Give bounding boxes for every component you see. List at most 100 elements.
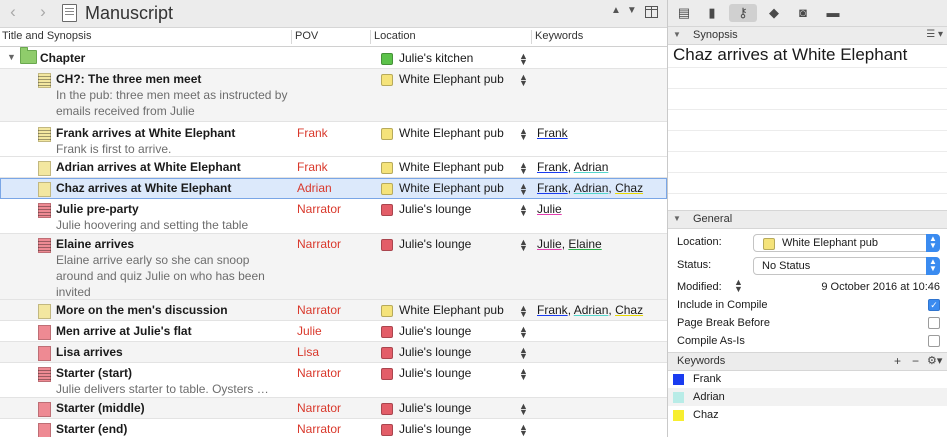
location-stepper-icon[interactable]: ▲ ▼ <box>519 346 528 361</box>
row-keywords[interactable]: Frank, Adrian <box>537 160 608 174</box>
location-stepper-icon[interactable]: ▲ ▼ <box>519 402 528 417</box>
row-keywords[interactable]: Julie <box>537 202 562 216</box>
triangle-down-icon[interactable]: ▼ <box>673 30 681 39</box>
keyword-tag[interactable]: Elaine <box>568 237 601 251</box>
remove-icon[interactable]: − <box>912 354 919 368</box>
popup-arrows-icon[interactable]: ▲ ▼ <box>926 257 940 275</box>
keyword-tag[interactable]: Adrian <box>574 160 609 174</box>
column-pov[interactable]: POV <box>291 30 373 44</box>
row-title[interactable]: Chaz arrives at White Elephant <box>56 181 231 195</box>
row-location[interactable]: White Elephant pub <box>399 160 504 174</box>
location-stepper-icon[interactable]: ▲ ▼ <box>519 325 528 340</box>
row-location[interactable]: Julie's lounge <box>399 237 471 251</box>
page-break-checkbox[interactable] <box>928 317 940 329</box>
row-pov[interactable]: Adrian <box>297 181 332 195</box>
row-title[interactable]: Frank arrives at White Elephant <box>56 126 235 140</box>
keyword-tag[interactable]: Julie <box>537 237 562 251</box>
outline-row[interactable]: Adrian arrives at White Elephant Frank Whi… <box>0 157 667 178</box>
row-title[interactable]: More on the men's discussion <box>56 303 228 317</box>
outline-row[interactable]: Elaine arrives Elaine arrive early so she… <box>0 234 667 300</box>
synopsis-section-header[interactable]: ▼ Synopsis ☰ ▾ <box>668 26 947 45</box>
location-stepper-icon[interactable]: ▲ ▼ <box>519 304 528 319</box>
location-stepper-icon[interactable]: ▲ ▼ <box>519 52 528 67</box>
row-pov[interactable]: Frank <box>297 160 328 174</box>
location-stepper-icon[interactable]: ▲ ▼ <box>519 182 528 197</box>
outline-row[interactable]: CH?: The three men meet In the pub: three… <box>0 69 667 122</box>
outline-row[interactable]: Men arrive at Julie's flat Julie Julie's l… <box>0 321 667 342</box>
keyword-list-item[interactable]: Chaz <box>668 406 947 424</box>
keyword-tag[interactable]: Chaz <box>615 303 643 317</box>
modified-stepper-icon[interactable]: ▲ ▼ <box>734 278 743 294</box>
comment-icon[interactable]: ▬ <box>823 4 843 22</box>
row-location[interactable]: Julie's lounge <box>399 422 471 436</box>
row-location[interactable]: Julie's lounge <box>399 324 471 338</box>
camera-icon[interactable]: ◙ <box>793 4 813 22</box>
keyword-list-item[interactable]: Frank <box>668 370 947 388</box>
row-pov[interactable]: Narrator <box>297 366 341 380</box>
chevron-right-icon[interactable]: › <box>33 2 53 22</box>
keyword-tag[interactable]: Frank <box>537 160 568 174</box>
status-popup[interactable]: No Status ▲ ▼ <box>753 257 940 275</box>
row-keywords[interactable]: Frank, Adrian, Chaz <box>537 181 643 195</box>
synopsis-title[interactable]: Chaz arrives at White Elephant <box>673 45 907 65</box>
row-synopsis[interactable]: Frank is first to arrive. <box>56 141 288 157</box>
row-title[interactable]: Starter (middle) <box>56 401 145 415</box>
gear-icon[interactable]: ⚙▾ <box>927 354 942 367</box>
outline-row[interactable]: Starter (middle) Narrator Julie's lounge ▲ ▼ <box>0 398 667 419</box>
row-location[interactable]: Julie's lounge <box>399 366 471 380</box>
keyword-tag[interactable]: Frank <box>537 181 568 195</box>
location-stepper-icon[interactable]: ▲ ▼ <box>519 367 528 382</box>
row-title[interactable]: Men arrive at Julie's flat <box>56 324 192 338</box>
row-title[interactable]: Starter (end) <box>56 422 127 436</box>
key-icon[interactable]: ⚷ <box>729 4 757 22</box>
row-synopsis[interactable]: Julie hoovering and setting the table <box>56 217 288 233</box>
location-stepper-icon[interactable]: ▲ ▼ <box>519 73 528 88</box>
tag-icon[interactable]: ◆ <box>763 4 785 22</box>
row-title[interactable]: Lisa arrives <box>56 345 123 359</box>
column-title[interactable]: Title and Synopsis <box>0 30 292 44</box>
include-compile-checkbox[interactable]: ✓ <box>928 299 940 311</box>
up-down-arrows-icon[interactable]: ▲▼ <box>611 5 643 16</box>
row-synopsis[interactable]: In the pub: three men meet as instructed… <box>56 87 288 119</box>
location-popup[interactable]: White Elephant pub ▲ ▼ <box>753 234 940 252</box>
outline-row[interactable]: Frank arrives at White Elephant Frank is … <box>0 122 667 157</box>
row-pov[interactable]: Narrator <box>297 422 341 436</box>
keyword-tag[interactable]: Adrian <box>574 181 609 195</box>
keyword-list-item[interactable]: Adrian <box>668 388 947 406</box>
row-title[interactable]: Starter (start) <box>56 366 132 380</box>
split-view-icon[interactable] <box>645 6 658 18</box>
row-pov[interactable]: Narrator <box>297 237 341 251</box>
compile-as-is-checkbox[interactable] <box>928 335 940 347</box>
row-pov[interactable]: Lisa <box>297 345 319 359</box>
list-icon[interactable]: ☰ ▾ <box>926 29 943 40</box>
disclosure-triangle-icon[interactable]: ▼ <box>7 52 16 62</box>
row-synopsis[interactable]: Julie delivers starter to table. Oysters… <box>56 381 288 397</box>
row-synopsis[interactable]: Elaine arrive early so she can snoop aro… <box>56 252 288 300</box>
row-keywords[interactable]: Frank <box>537 126 568 140</box>
popup-arrows-icon[interactable]: ▲ ▼ <box>926 234 940 252</box>
row-location[interactable]: White Elephant pub <box>399 72 504 86</box>
triangle-down-icon[interactable]: ▼ <box>673 214 681 223</box>
row-keywords[interactable]: Frank, Adrian, Chaz <box>537 303 643 317</box>
row-pov[interactable]: Narrator <box>297 202 341 216</box>
outline-row[interactable]: ▼ Chapter Julie's kitchen ▲ ▼ <box>0 47 667 69</box>
row-location[interactable]: Julie's lounge <box>399 401 471 415</box>
outline-row[interactable]: Julie pre-party Julie hoovering and setti… <box>0 199 667 234</box>
row-location[interactable]: Julie's lounge <box>399 345 471 359</box>
outline-row[interactable]: Lisa arrives Lisa Julie's lounge ▲ ▼ <box>0 342 667 363</box>
chevron-left-icon[interactable]: ‹ <box>3 2 23 22</box>
general-section-header[interactable]: ▼ General <box>668 210 947 229</box>
row-title[interactable]: Chapter <box>40 51 85 65</box>
outline-row[interactable]: Starter (end) Narrator Julie's lounge ▲ ▼ <box>0 419 667 437</box>
row-location[interactable]: Julie's lounge <box>399 202 471 216</box>
row-pov[interactable]: Narrator <box>297 401 341 415</box>
column-location[interactable]: Location <box>370 30 534 44</box>
keyword-tag[interactable]: Frank <box>537 303 568 317</box>
row-location[interactable]: White Elephant pub <box>399 126 504 140</box>
location-stepper-icon[interactable]: ▲ ▼ <box>519 203 528 218</box>
location-stepper-icon[interactable]: ▲ ▼ <box>519 161 528 176</box>
row-pov[interactable]: Julie <box>297 324 322 338</box>
add-icon[interactable]: + <box>894 354 901 368</box>
outline-row[interactable]: Chaz arrives at White Elephant Adrian Whit… <box>0 178 667 199</box>
row-location[interactable]: Julie's kitchen <box>399 51 473 65</box>
